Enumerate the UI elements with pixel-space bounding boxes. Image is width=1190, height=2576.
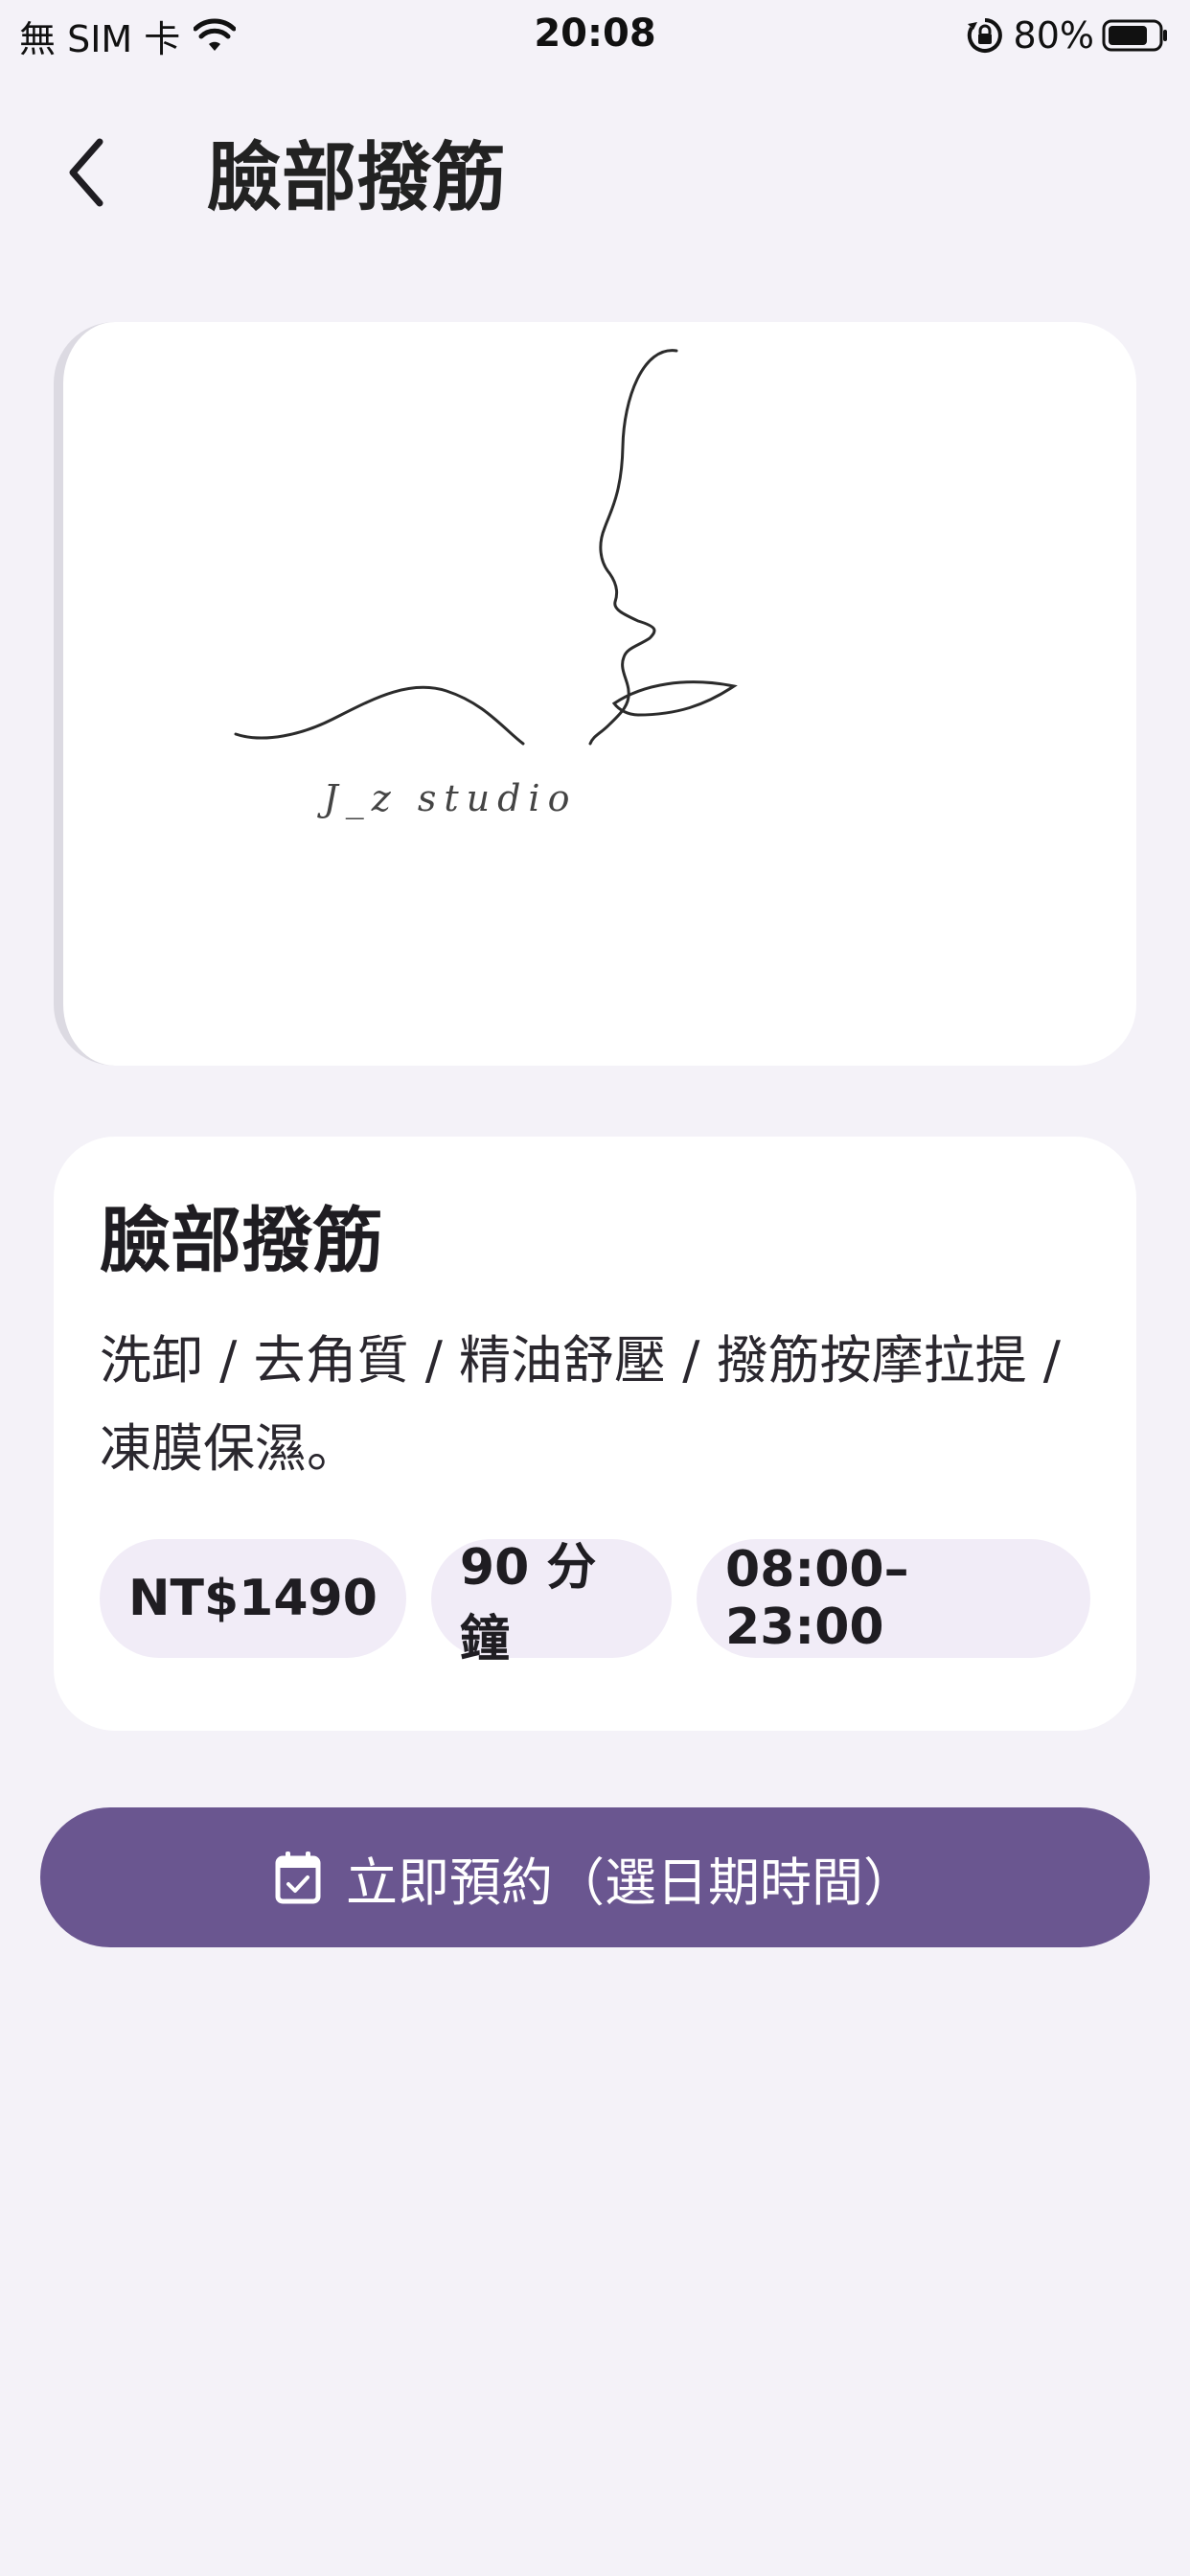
status-bar: 無 SIM 卡 20:08 80% — [0, 0, 1190, 77]
service-image: J_z studio — [54, 322, 1136, 1066]
book-now-button[interactable]: 立即預約（選日期時間） — [40, 1807, 1150, 1947]
book-now-label: 立即預約（選日期時間） — [346, 1852, 915, 1913]
page-title: 臉部撥筋 — [207, 135, 507, 221]
service-chips: NT$1490 90 分鐘 08:00–23:00 — [100, 1539, 1090, 1668]
service-name: 臉部撥筋 — [100, 1200, 383, 1282]
studio-logo: J_z studio — [234, 349, 738, 820]
back-button[interactable] — [46, 132, 126, 213]
header: 臉部撥筋 — [0, 115, 1190, 230]
service-info-card: 臉部撥筋 洗卸 / 去角質 / 精油舒壓 / 撥筋按摩拉提 / 凍膜保濕。 NT… — [54, 1137, 1136, 1731]
battery-percent: 80% — [1013, 14, 1094, 57]
brand-text: J_z studio — [317, 777, 578, 820]
lock-rotation-icon — [967, 18, 1002, 53]
duration-chip: 90 分鐘 — [430, 1539, 673, 1668]
screen: 無 SIM 卡 20:08 80% 臉部撥筋 J_z studio 臉部撥筋 洗… — [0, 0, 1190, 2576]
status-right: 80% — [966, 12, 1169, 59]
price-chip: NT$1490 — [100, 1539, 406, 1658]
service-description: 洗卸 / 去角質 / 精油舒壓 / 撥筋按摩拉提 / 凍膜保濕。 — [100, 1330, 1061, 1479]
battery-icon — [1102, 19, 1167, 52]
calendar-check-icon — [275, 1852, 321, 1904]
chevron-left-icon — [69, 138, 103, 207]
hours-chip: 08:00–23:00 — [697, 1539, 1090, 1658]
